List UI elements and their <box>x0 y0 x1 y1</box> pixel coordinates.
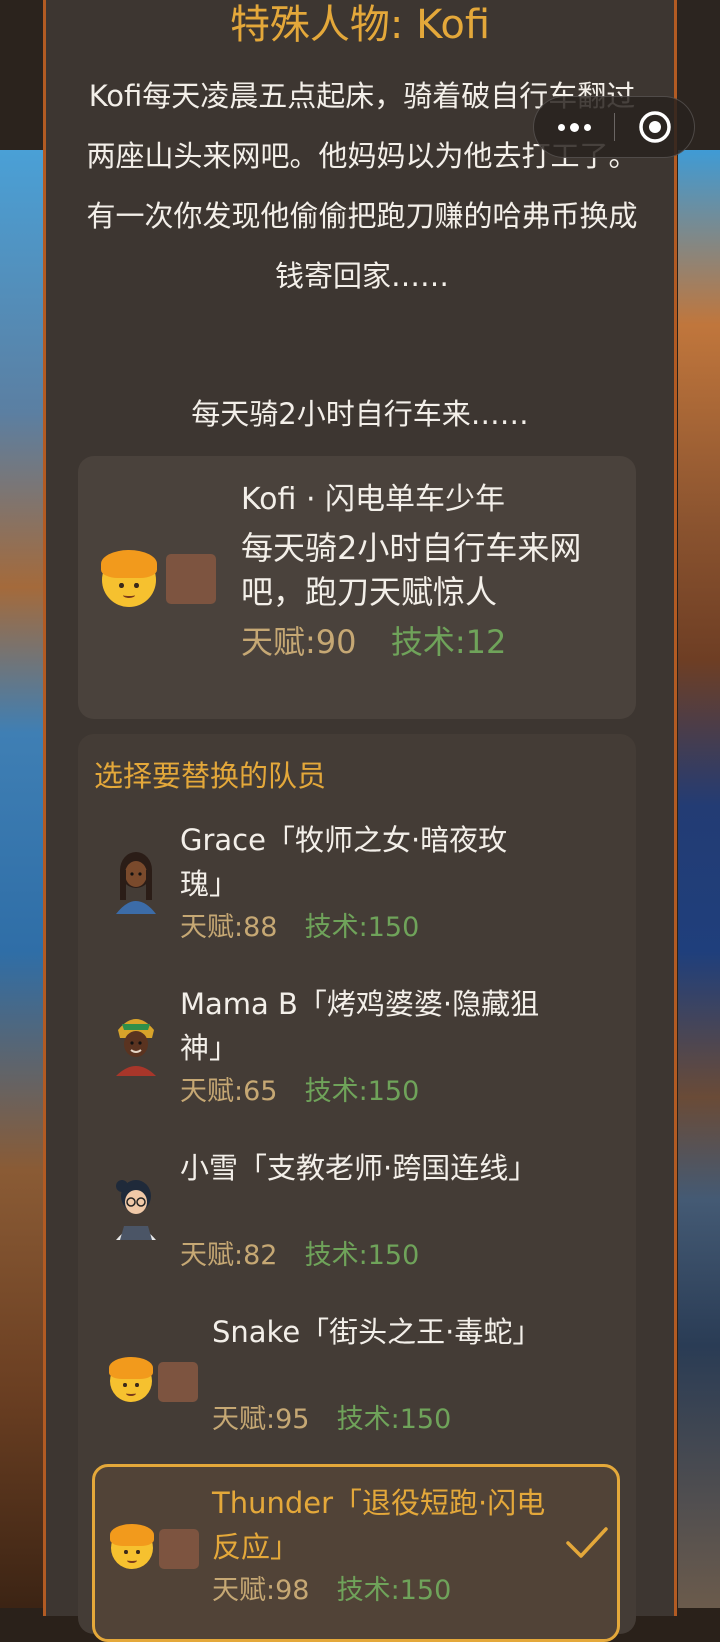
brown-square-icon <box>166 554 216 604</box>
new-member-name: Kofi · 闪电单车少年 <box>241 482 506 517</box>
member-name: Thunder「退役短跑·闪电反应」 <box>212 1486 546 1564</box>
brown-square-icon <box>158 1362 198 1402</box>
member-item-mama-b[interactable]: Mama B「烤鸡婆婆·隐藏狙神」 天赋:65 技术:150 <box>78 982 636 1122</box>
member-skill: 技术:150 <box>336 1575 452 1606</box>
member-stats: 天赋:88 技术:150 <box>180 908 419 948</box>
new-member-skill: 技术:12 <box>390 623 507 661</box>
member-stats: 天赋:98 技术:150 <box>212 1571 451 1611</box>
member-name: 小雪「支教老师·跨国连线」 <box>180 1151 538 1185</box>
replace-member-section: 选择要替换的队员 Grace「牧师之女·暗夜玫瑰」 天赋:88 技术:150 M… <box>78 734 636 1642</box>
member-name: Mama B「烤鸡婆婆·隐藏狙神」 <box>180 987 540 1065</box>
member-talent: 天赋:65 <box>180 1076 278 1107</box>
target-close-icon[interactable] <box>616 97 694 157</box>
member-skill: 技术:150 <box>304 1240 420 1271</box>
member-skill: 技术:150 <box>304 1076 420 1107</box>
member-stats: 天赋:95 技术:150 <box>212 1400 451 1440</box>
replace-heading: 选择要替换的队员 <box>94 759 327 793</box>
person-blond-icon <box>109 1357 153 1402</box>
member-item-grace[interactable]: Grace「牧师之女·暗夜玫瑰」 天赋:88 技术:150 <box>78 818 636 958</box>
member-skill: 技术:150 <box>336 1404 452 1435</box>
member-item-thunder[interactable]: Thunder「退役短跑·闪电反应」 天赋:98 技术:150 <box>92 1464 620 1642</box>
miniprogram-capsule <box>533 96 695 158</box>
capsule-divider <box>614 113 615 141</box>
member-item-xiaoxue[interactable]: 小雪「支教老师·跨国连线」 天赋:82 技术:150 <box>78 1146 636 1286</box>
person-blond-icon <box>110 1524 154 1569</box>
brown-square-icon <box>159 1529 199 1569</box>
page-title: 特殊人物: Kofi <box>229 2 491 48</box>
background-illustration-left <box>0 150 45 1608</box>
headwrap-woman-icon <box>116 1019 156 1076</box>
new-member-card: Kofi · 闪电单车少年 每天骑2小时自行车来网吧，跑刀天赋惊人 天赋:90 … <box>78 456 636 719</box>
event-panel: 特殊人物: Kofi Kofi每天凌晨五点起床，骑着破自行车翻过两座山头来网吧。… <box>43 0 677 1642</box>
background-illustration-right <box>678 150 720 1608</box>
new-member-talent: 天赋:90 <box>241 623 357 661</box>
member-talent: 天赋:95 <box>212 1404 310 1435</box>
tagline-text: 每天骑2小时自行车来…… <box>191 397 529 431</box>
member-skill: 技术:150 <box>304 912 420 943</box>
new-member-stats: 天赋:90 技术:12 <box>241 620 506 664</box>
more-dots-icon[interactable] <box>534 97 614 157</box>
person-blond-icon <box>100 549 158 607</box>
member-stats: 天赋:65 技术:150 <box>180 1072 419 1112</box>
member-item-snake[interactable]: Snake「街头之王·毒蛇」 天赋:95 技术:150 <box>78 1310 636 1450</box>
member-name: Snake「街头之王·毒蛇」 <box>212 1315 542 1349</box>
member-talent: 天赋:82 <box>180 1240 278 1271</box>
checkmark-icon <box>566 1527 608 1558</box>
woman-avatar-icon <box>116 852 156 914</box>
member-stats: 天赋:82 技术:150 <box>180 1236 419 1276</box>
glasses-woman-icon <box>116 1180 156 1240</box>
member-talent: 天赋:88 <box>180 912 278 943</box>
member-name: Grace「牧师之女·暗夜玫瑰」 <box>180 823 508 901</box>
new-member-description: 每天骑2小时自行车来网吧，跑刀天赋惊人 <box>241 529 582 611</box>
member-talent: 天赋:98 <box>212 1575 310 1606</box>
